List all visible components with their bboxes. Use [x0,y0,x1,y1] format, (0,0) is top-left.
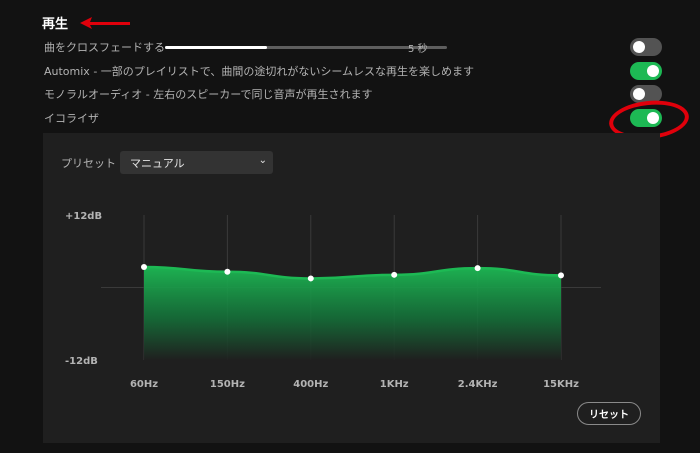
reset-button[interactable]: リセット [577,402,641,425]
x-tick-label: 2.4KHz [458,379,498,390]
crossfade-label: 曲をクロスフェードする [44,41,165,54]
automix-toggle[interactable] [630,62,662,80]
eq-point [474,265,481,272]
crossfade-slider[interactable] [165,46,447,49]
toggle-knob [633,41,645,53]
eq-point [141,263,147,270]
setting-automix: Automix - 一部のプレイリストで、曲間の途切れがないシームレスな再生を楽… [44,60,662,82]
crossfade-value: 5 秒 [408,44,428,55]
crossfade-slider-fill [165,46,267,49]
x-tick-label: 15KHz [543,379,579,390]
crossfade-toggle[interactable] [630,38,662,56]
page-title: 再生 [42,17,69,32]
automix-label: Automix - 一部のプレイリストで、曲間の途切れがないシームレスな再生を楽… [44,65,475,78]
eq-point [391,271,398,278]
equalizer-panel: プリセット マニュアル ⌄ +12dB -12dB 60Hz 150Hz 400Hz 1K… [43,133,660,443]
eq-point [558,272,564,279]
setting-mono-audio: モノラルオーディオ - 左右のスピーカーで同じ音声が再生されます [44,83,662,105]
annotation-arrow [80,17,130,29]
eq-point [307,275,314,282]
x-tick-label: 1KHz [380,379,409,390]
equalizer-label: イコライザ [44,112,99,125]
mono-audio-label: モノラルオーディオ - 左右のスピーカーで同じ音声が再生されます [44,88,373,101]
x-tick-label: 150Hz [210,379,245,390]
y-tick-label-top: +12dB [65,211,102,222]
eq-point [224,268,231,275]
setting-crossfade: 曲をクロスフェードする 5 秒 [44,36,662,58]
setting-equalizer: イコライザ [44,107,662,129]
toggle-knob [647,65,659,77]
equalizer-chart: +12dB -12dB 60Hz 150Hz 400Hz 1KHz 2.4KHz 15KHz [65,211,601,390]
toggle-knob [633,88,645,100]
x-tick-label: 400Hz [293,379,328,390]
x-tick-label: 60Hz [130,379,158,390]
eq-area [144,266,561,360]
y-tick-label-bottom: -12dB [65,356,98,367]
